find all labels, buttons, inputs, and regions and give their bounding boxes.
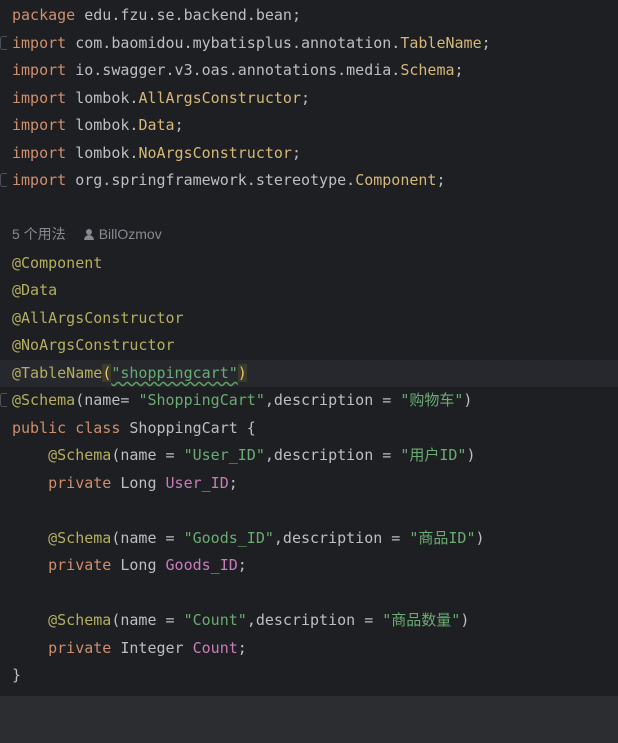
import-class: AllArgsConstructor xyxy=(138,89,301,107)
code-line-schema[interactable]: @Schema(name= "ShoppingCart",description… xyxy=(0,387,618,414)
keyword: package xyxy=(12,6,76,24)
code-line-schema[interactable]: @Schema(name = "Goods_ID",description = … xyxy=(0,525,618,552)
code-line-annotation[interactable]: @Component xyxy=(0,250,618,277)
code-line-closing-brace[interactable]: } xyxy=(0,662,618,689)
code-line-import[interactable]: import io.swagger.v3.oas.annotations.med… xyxy=(0,57,618,84)
field-name: Count xyxy=(192,639,238,657)
matched-paren: ) xyxy=(237,364,247,382)
user-icon xyxy=(83,229,94,240)
code-line-field[interactable]: private Long Goods_ID; xyxy=(0,552,618,579)
field-name: User_ID xyxy=(165,474,229,492)
code-line-import[interactable]: import com.baomidou.mybatisplus.annotati… xyxy=(0,30,618,57)
usages-hint[interactable]: 5 个用法 xyxy=(12,226,66,242)
code-line-annotation[interactable]: @Data xyxy=(0,277,618,304)
author-name: BillOzmov xyxy=(98,226,162,242)
code-line-package[interactable]: package edu.fzu.se.backend.bean; xyxy=(0,2,618,29)
code-line-import[interactable]: import org.springframework.stereotype.Co… xyxy=(0,167,618,194)
matched-paren: ( xyxy=(102,364,112,382)
code-line-import[interactable]: import lombok.AllArgsConstructor; xyxy=(0,85,618,112)
fold-marker-icon[interactable] xyxy=(0,36,7,50)
code-line-schema[interactable]: @Schema(name = "Count",description = "商品… xyxy=(0,607,618,634)
code-line-field[interactable]: private Integer Count; xyxy=(0,635,618,662)
code-line-current[interactable]: @TableName("shoppingcart") xyxy=(0,360,618,387)
field-name: Goods_ID xyxy=(165,556,238,574)
fold-marker-icon[interactable] xyxy=(0,173,7,187)
package-name: edu.fzu.se.backend.bean xyxy=(84,6,292,24)
code-line-field[interactable]: private Long User_ID; xyxy=(0,470,618,497)
code-line-schema[interactable]: @Schema(name = "User_ID",description = "… xyxy=(0,442,618,469)
code-line-class-decl[interactable]: public class ShoppingCart { xyxy=(0,415,618,442)
code-editor[interactable]: package edu.fzu.se.backend.bean; import … xyxy=(0,0,618,696)
class-name: ShoppingCart xyxy=(129,419,238,437)
code-vision-hint[interactable]: 5 个用法 BillOzmov xyxy=(12,221,162,248)
code-line-import[interactable]: import lombok.Data; xyxy=(0,112,618,139)
import-class: Schema xyxy=(400,61,455,79)
import-class: Component xyxy=(355,171,437,189)
author-hint[interactable]: BillOzmov xyxy=(83,226,162,242)
spelling-warning[interactable]: "shoppingcart" xyxy=(111,364,237,382)
code-line-annotation[interactable]: @NoArgsConstructor xyxy=(0,332,618,359)
import-class: Data xyxy=(138,116,175,134)
fold-marker-icon[interactable] xyxy=(0,393,7,407)
import-class: NoArgsConstructor xyxy=(138,144,292,162)
code-line-annotation[interactable]: @AllArgsConstructor xyxy=(0,305,618,332)
code-line-import[interactable]: import lombok.NoArgsConstructor; xyxy=(0,140,618,167)
import-class: TableName xyxy=(400,34,482,52)
